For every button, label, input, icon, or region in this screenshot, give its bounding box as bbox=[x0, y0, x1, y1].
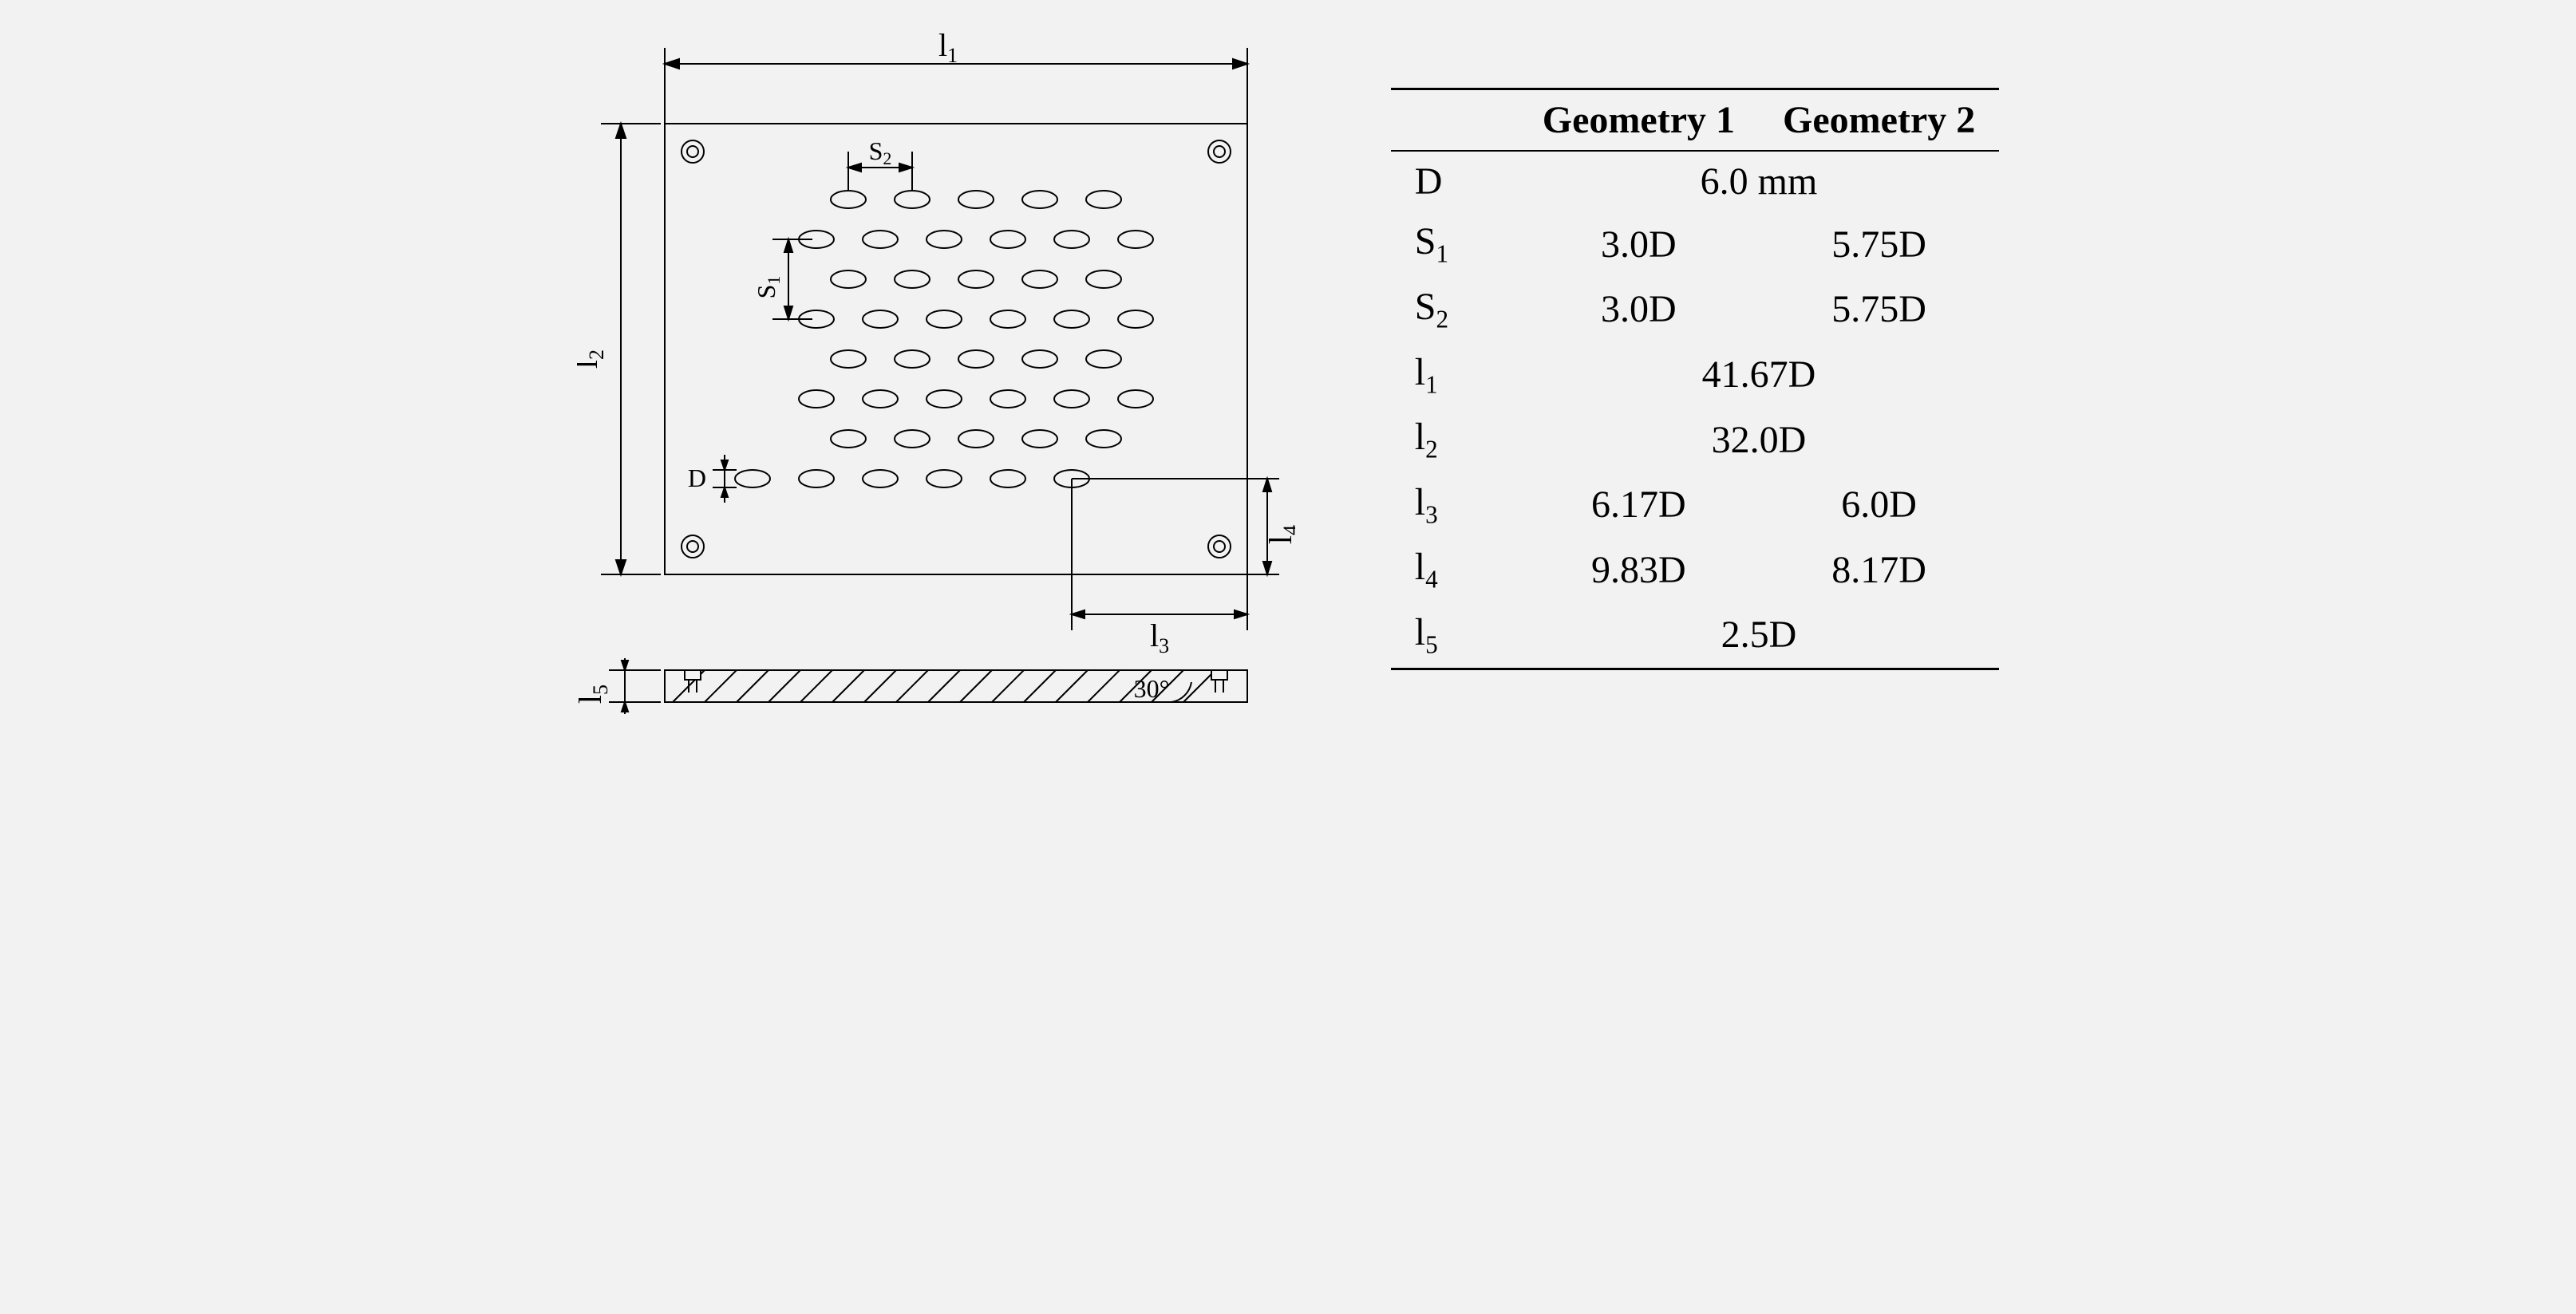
section-view: 30° bbox=[665, 670, 1247, 703]
col-geometry-2: Geometry 2 bbox=[1759, 89, 1999, 152]
hole-array bbox=[735, 191, 1153, 487]
val-D: 6.0 mm bbox=[1519, 151, 1999, 211]
val-l3-g1: 6.17D bbox=[1519, 472, 1759, 538]
table-row: S2 3.0D 5.75D bbox=[1391, 277, 1999, 342]
dim-S1: S1 bbox=[752, 276, 784, 299]
val-S1-g1: 3.0D bbox=[1519, 211, 1759, 277]
dim-l3: l3 bbox=[1150, 618, 1169, 657]
table-row: S1 3.0D 5.75D bbox=[1391, 211, 1999, 277]
engineering-drawing: l1 l2 bbox=[577, 32, 1295, 726]
corner-holes bbox=[682, 140, 1231, 558]
dim-D: D bbox=[688, 464, 706, 492]
table-row: D 6.0 mm bbox=[1391, 151, 1999, 211]
table-row: l1 41.67D bbox=[1391, 342, 1999, 408]
param-l4: l4 bbox=[1391, 537, 1519, 602]
col-geometry-1: Geometry 1 bbox=[1519, 89, 1759, 152]
table-row: l2 32.0D bbox=[1391, 407, 1999, 472]
table-row: l3 6.17D 6.0D bbox=[1391, 472, 1999, 538]
param-l1: l1 bbox=[1391, 342, 1519, 408]
param-l5: l5 bbox=[1391, 602, 1519, 669]
geometry-table: Geometry 1 Geometry 2 D 6.0 mm S1 3.0D 5… bbox=[1391, 88, 1999, 669]
val-l2: 32.0D bbox=[1519, 407, 1999, 472]
table-header-row: Geometry 1 Geometry 2 bbox=[1391, 89, 1999, 152]
dim-l5: l5 bbox=[577, 685, 612, 704]
val-S2-g2: 5.75D bbox=[1759, 277, 1999, 342]
val-l4-g1: 9.83D bbox=[1519, 537, 1759, 602]
table-row: l4 9.83D 8.17D bbox=[1391, 537, 1999, 602]
val-l1: 41.67D bbox=[1519, 342, 1999, 408]
angle-label: 30° bbox=[1133, 674, 1169, 703]
val-l5: 2.5D bbox=[1519, 602, 1999, 669]
param-S1: S1 bbox=[1391, 211, 1519, 277]
dim-l2: l2 bbox=[577, 349, 608, 369]
val-S1-g2: 5.75D bbox=[1759, 211, 1999, 277]
plate-outline bbox=[665, 124, 1247, 574]
val-l4-g2: 8.17D bbox=[1759, 537, 1999, 602]
val-S2-g1: 3.0D bbox=[1519, 277, 1759, 342]
plate-drawing: l1 l2 bbox=[577, 32, 1295, 726]
param-D: D bbox=[1391, 151, 1519, 211]
param-l2: l2 bbox=[1391, 407, 1519, 472]
param-S2: S2 bbox=[1391, 277, 1519, 342]
val-l3-g2: 6.0D bbox=[1759, 472, 1999, 538]
param-l3: l3 bbox=[1391, 472, 1519, 538]
dim-S2: S2 bbox=[868, 136, 891, 168]
dim-l1: l1 bbox=[938, 32, 958, 67]
table-row: l5 2.5D bbox=[1391, 602, 1999, 669]
parameters-table: Geometry 1 Geometry 2 D 6.0 mm S1 3.0D 5… bbox=[1391, 88, 1999, 669]
